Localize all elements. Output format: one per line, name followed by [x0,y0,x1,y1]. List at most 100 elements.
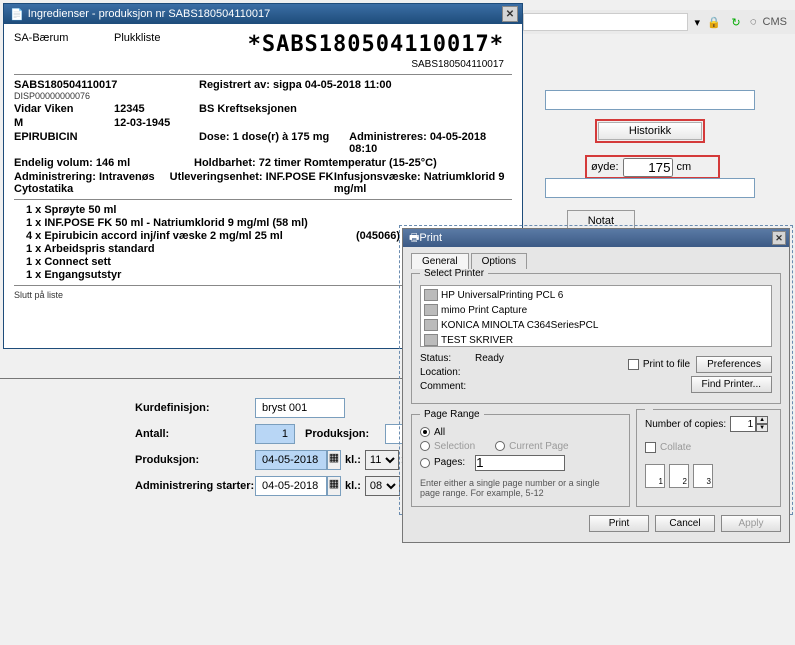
collate-icons: 1 2 3 [645,464,772,488]
holdbarhet: Holdbarhet: 72 timer Romtemperatur (15-2… [194,157,437,169]
calendar-icon[interactable]: ▦ [327,450,341,470]
find-printer-button[interactable]: Find Printer... [691,376,772,393]
select-printer-fieldset: Select Printer HP UniversalPrinting PCL … [411,268,781,404]
page-range-fieldset: Page Range All Selection Current Page Pa… [411,409,630,507]
print-to-file-checkbox[interactable]: Print to file [628,359,690,370]
antall-input[interactable] [255,424,295,444]
radio-all[interactable]: All [420,427,445,438]
admin-starter-label: Administrering starter: [135,480,255,492]
hoyde-label: øyde: [591,161,619,173]
browser-toolbar: ▾ 🔒 ↻ ◌ CMS [515,10,795,34]
print-tabs: General Options [411,253,781,269]
close-icon[interactable]: ✕ [502,6,518,22]
print-title: Print [419,232,442,244]
calendar-icon[interactable]: ▦ [327,476,341,496]
cms-label: CMS [763,16,787,28]
admin-label: Administrering: Intravenøs Cytostatika [14,171,170,195]
utlev: Utleveringsenhet: INF.POSE FK [170,171,334,195]
admin-date-input[interactable] [255,476,327,496]
dept: BS Kreftseksjonen [199,103,512,115]
dose: Dose: 1 dose(r) à 175 mg [199,131,349,155]
lock-icon: 🔒 [706,14,722,30]
radio-pages[interactable]: Pages: [420,455,565,471]
page-icon: 1 [645,464,665,488]
select-printer-legend: Select Printer [420,268,488,279]
infusjon: Infusjonsvæske: Natriumklorid 9 mg/ml [334,171,512,195]
disp-id: DISP00000000076 [14,91,114,101]
doc-titlebar: 📄 Ingredienser - produksjon nr SABS18050… [4,4,522,24]
hoyde-highlight: øyde: cm [585,155,720,179]
doc-title: Ingredienser - produksjon nr SABS1805041… [28,8,271,20]
status-value: Ready [475,353,628,367]
page-icon: 2 [669,464,689,488]
produksjon-label: Produksjon: [135,454,255,466]
url-field[interactable] [523,13,688,31]
printer-icon [424,304,438,316]
print-dialog: 🖶 Print ✕ General Options Select Printer… [402,228,790,543]
tab-general[interactable]: General [411,253,469,269]
spinner-down-icon[interactable]: ▼ [756,424,768,432]
collate-checkbox: Collate [645,442,691,453]
pages-hint: Enter either a single page number or a s… [420,478,621,498]
kl-label-2: kl.: [345,480,361,492]
pages-input[interactable] [475,455,565,471]
historikk-highlight: Historikk [595,119,705,143]
comment-label: Comment: [420,381,475,395]
kurdefinisjon-label: Kurdefinisjon: [135,402,255,414]
cancel-button[interactable]: Cancel [655,515,715,532]
copies-fieldset: Number of copies: ▲▼ Collate 1 2 3 [636,409,781,507]
item-txt: 4 x Epirubicin accord inj/inf væske 2 mg… [26,230,356,242]
hoyde-unit: cm [677,161,692,173]
print-close-icon[interactable]: ✕ [772,231,786,245]
tab-options[interactable]: Options [471,253,527,269]
page-range-legend: Page Range [420,409,484,420]
printer-item[interactable]: KONICA MINOLTA C364SeriesPCL [424,319,604,331]
barcode-sub: SABS180504110017 [14,59,512,70]
prod-date-input[interactable] [255,450,327,470]
region: SA-Bærum [14,32,114,57]
kurdefinisjon-input[interactable] [255,398,345,418]
kl-label: kl.: [345,454,361,466]
historikk-button[interactable]: Historikk [598,122,702,140]
doc-icon: 📄 [10,8,24,21]
print-titlebar: 🖶 Print ✕ [403,229,789,247]
copies-label: Number of copies: [645,419,726,430]
item-txt: 1 x Connect sett [26,256,356,268]
printer-icon [424,319,438,331]
refresh-icon[interactable]: ↻ [728,14,744,30]
radio-selection: Selection [420,441,475,452]
item-txt: 1 x Engangsutstyr [26,269,356,281]
preferences-button[interactable]: Preferences [696,356,772,373]
copies-spinner[interactable]: ▲▼ [730,416,768,432]
print-button[interactable]: Print [589,515,649,532]
listtype: Plukkliste [114,32,199,57]
apply-button: Apply [721,515,781,532]
dob: 12-03-1945 [114,117,199,129]
location-label: Location: [420,367,475,381]
dropdown-icon[interactable]: ▾ [694,16,700,29]
drug: EPIRUBICIN [14,131,114,155]
radio-current-page: Current Page [495,441,568,452]
bg-field-2[interactable] [545,178,755,198]
endelig: Endelig volum: 146 ml [14,157,194,169]
spinner-up-icon[interactable]: ▲ [756,416,768,424]
printer-icon [424,334,438,346]
printer-icon: 🖶 [409,229,419,248]
barcode: *SABS180504110017* [199,32,512,57]
printer-item[interactable]: HP UniversalPrinting PCL 6 [424,289,604,301]
hoyde-input[interactable] [623,158,673,177]
sex: M [14,117,114,129]
prod-id: SABS180504110017 [14,79,114,91]
produksjon-n-label: Produksjon: [305,428,385,440]
printer-item[interactable]: mimo Print Capture [424,304,604,316]
printer-list[interactable]: HP UniversalPrinting PCL 6 mimo Print Ca… [420,285,772,347]
prod-hour-select[interactable]: 11 [365,450,399,470]
printer-icon [424,289,438,301]
printer-item[interactable]: TEST SKRIVER [424,334,604,346]
patient-name: Vidar Viken [14,103,114,115]
admin-hour-select[interactable]: 08 [365,476,400,496]
idnum: 12345 [114,103,199,115]
page-icon: 3 [693,464,713,488]
bg-field-1[interactable] [545,90,755,110]
antall-label: Antall: [135,428,255,440]
